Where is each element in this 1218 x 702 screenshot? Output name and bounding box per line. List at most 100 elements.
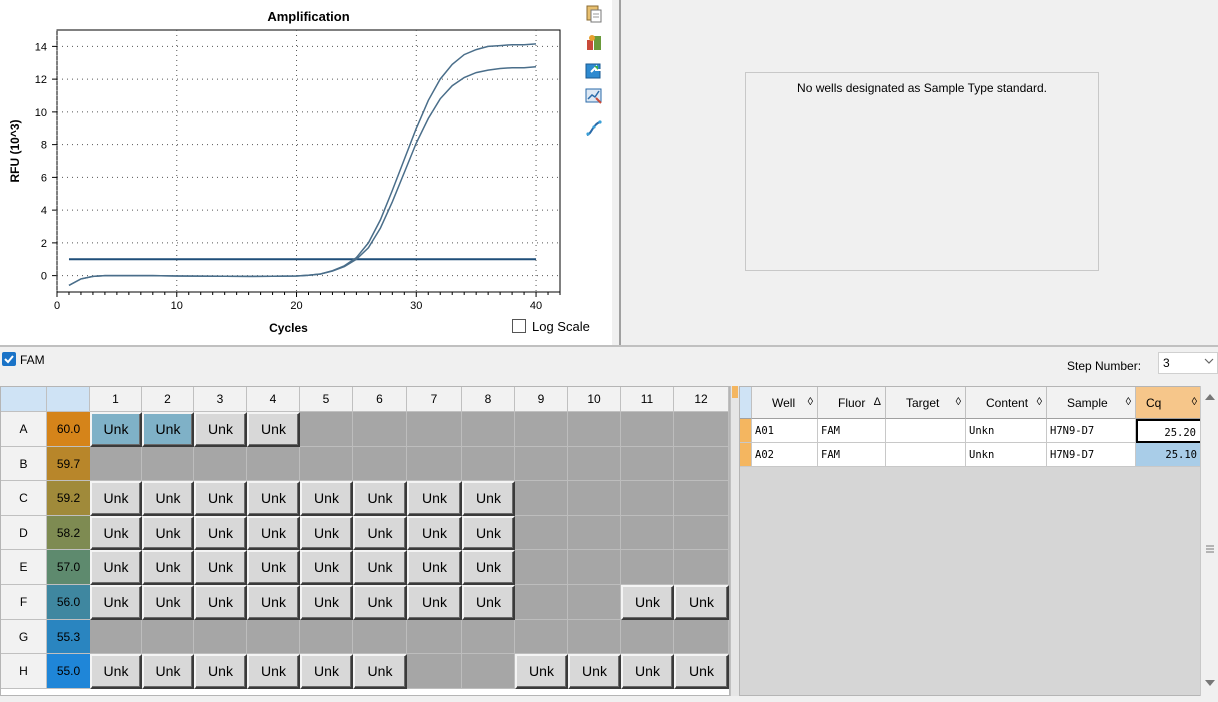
plate-well[interactable] bbox=[90, 446, 142, 482]
splitter-handle[interactable] bbox=[732, 386, 738, 398]
cell-cq[interactable]: 25.10 bbox=[1136, 443, 1202, 467]
plate-well[interactable] bbox=[515, 412, 568, 447]
plate-well[interactable]: Unk bbox=[300, 585, 353, 620]
row-marker[interactable] bbox=[740, 419, 752, 443]
row-header[interactable]: H bbox=[1, 654, 47, 689]
column-header[interactable]: 6 bbox=[353, 387, 407, 412]
plate-well[interactable] bbox=[515, 481, 568, 516]
plate-well[interactable]: Unk bbox=[621, 654, 674, 689]
plate-well[interactable] bbox=[194, 619, 247, 655]
plate-well[interactable]: Unk bbox=[247, 412, 300, 447]
column-header-content[interactable]: Content ◊ bbox=[966, 387, 1047, 419]
plate-well[interactable] bbox=[674, 481, 729, 516]
column-header-fluor[interactable]: Fluor Δ bbox=[818, 387, 886, 419]
plate-well[interactable]: Unk bbox=[194, 550, 247, 585]
row-header[interactable]: C bbox=[1, 481, 47, 516]
plate-well[interactable] bbox=[247, 446, 300, 482]
plate-well[interactable]: Unk bbox=[462, 550, 515, 585]
plate-well[interactable]: Unk bbox=[568, 654, 621, 689]
plate-well[interactable]: Unk bbox=[300, 654, 353, 689]
grid-splitter[interactable] bbox=[730, 386, 739, 696]
plate-well[interactable]: Unk bbox=[462, 585, 515, 620]
copy-icon[interactable] bbox=[584, 4, 604, 24]
plate-well[interactable] bbox=[568, 515, 621, 551]
plate-well[interactable]: Unk bbox=[90, 585, 142, 620]
plate-well[interactable] bbox=[462, 619, 515, 655]
plate-well[interactable]: Unk bbox=[621, 585, 674, 620]
cell-content[interactable]: Unkn bbox=[966, 443, 1047, 467]
plate-well[interactable] bbox=[515, 446, 568, 482]
plate-well[interactable] bbox=[568, 585, 621, 620]
plate-well[interactable]: Unk bbox=[247, 585, 300, 620]
plate-well[interactable]: Unk bbox=[462, 515, 515, 551]
plate-well[interactable]: Unk bbox=[353, 515, 407, 551]
plate-well[interactable] bbox=[142, 619, 194, 655]
column-header-target[interactable]: Target ◊ bbox=[886, 387, 966, 419]
plate-well[interactable]: Unk bbox=[142, 481, 194, 516]
column-header-cq[interactable]: Cq ◊ bbox=[1136, 387, 1202, 419]
log-scale-checkbox[interactable] bbox=[512, 319, 526, 333]
plate-well[interactable]: Unk bbox=[194, 412, 247, 447]
row-header[interactable]: G bbox=[1, 619, 47, 655]
plate-well[interactable] bbox=[407, 412, 462, 447]
column-header-sample[interactable]: Sample ◊ bbox=[1047, 387, 1136, 419]
plate-well[interactable]: Unk bbox=[515, 654, 568, 689]
plate-well[interactable]: Unk bbox=[194, 515, 247, 551]
plate-well[interactable]: Unk bbox=[300, 550, 353, 585]
plate-well[interactable] bbox=[621, 481, 674, 516]
cell-target[interactable] bbox=[886, 419, 966, 443]
plate-well[interactable] bbox=[515, 515, 568, 551]
plate-well[interactable] bbox=[90, 619, 142, 655]
plate-well[interactable] bbox=[142, 446, 194, 482]
report-icon[interactable] bbox=[584, 32, 604, 52]
cell-sample[interactable]: H7N9-D7 bbox=[1047, 443, 1136, 467]
plate-well[interactable]: Unk bbox=[247, 550, 300, 585]
plate-well[interactable]: Unk bbox=[462, 481, 515, 516]
cell-sample[interactable]: H7N9-D7 bbox=[1047, 419, 1136, 443]
sort-icon[interactable]: ◊ bbox=[1037, 396, 1042, 408]
cell-target[interactable] bbox=[886, 443, 966, 467]
plate-well[interactable]: Unk bbox=[247, 481, 300, 516]
sort-icon[interactable]: ◊ bbox=[956, 396, 961, 408]
cell-well[interactable]: A01 bbox=[752, 419, 818, 443]
plate-well[interactable]: Unk bbox=[407, 515, 462, 551]
plate-well[interactable]: Unk bbox=[674, 654, 729, 689]
plate-well[interactable]: Unk bbox=[90, 515, 142, 551]
plate-well[interactable] bbox=[353, 412, 407, 447]
plate-well[interactable]: Unk bbox=[90, 654, 142, 689]
column-header[interactable]: 1 bbox=[90, 387, 142, 412]
column-header-well[interactable]: Well ◊ bbox=[752, 387, 818, 419]
sort-icon[interactable]: ◊ bbox=[1126, 396, 1131, 408]
row-header[interactable]: D bbox=[1, 515, 47, 551]
plate-well[interactable] bbox=[568, 550, 621, 585]
plate-well[interactable] bbox=[515, 619, 568, 655]
column-header[interactable]: 2 bbox=[142, 387, 194, 412]
plate-well[interactable]: Unk bbox=[407, 585, 462, 620]
export-icon[interactable] bbox=[584, 60, 604, 80]
plate-well[interactable]: Unk bbox=[142, 550, 194, 585]
plate-well[interactable] bbox=[621, 515, 674, 551]
plate-well[interactable] bbox=[621, 412, 674, 447]
cell-fluor[interactable]: FAM bbox=[818, 443, 886, 467]
sort-icon[interactable]: ◊ bbox=[808, 396, 813, 408]
cell-content[interactable]: Unkn bbox=[966, 419, 1047, 443]
plate-well[interactable] bbox=[407, 619, 462, 655]
plate-well[interactable]: Unk bbox=[353, 481, 407, 516]
row-header[interactable]: E bbox=[1, 550, 47, 585]
plate-well[interactable]: Unk bbox=[194, 585, 247, 620]
plate-well[interactable] bbox=[674, 619, 729, 655]
plate-well[interactable] bbox=[300, 446, 353, 482]
plate-well[interactable]: Unk bbox=[194, 481, 247, 516]
plate-well[interactable] bbox=[462, 654, 515, 689]
plate-well[interactable] bbox=[515, 585, 568, 620]
plate-well[interactable] bbox=[247, 619, 300, 655]
column-header[interactable]: 8 bbox=[462, 387, 515, 412]
plate-well[interactable]: Unk bbox=[407, 550, 462, 585]
plate-well[interactable] bbox=[568, 412, 621, 447]
chart-settings-icon[interactable] bbox=[584, 86, 604, 106]
row-header[interactable]: F bbox=[1, 585, 47, 620]
plate-well[interactable]: Unk bbox=[90, 481, 142, 516]
plate-well[interactable]: Unk bbox=[300, 515, 353, 551]
plate-well[interactable] bbox=[407, 446, 462, 482]
plate-well[interactable] bbox=[515, 550, 568, 585]
